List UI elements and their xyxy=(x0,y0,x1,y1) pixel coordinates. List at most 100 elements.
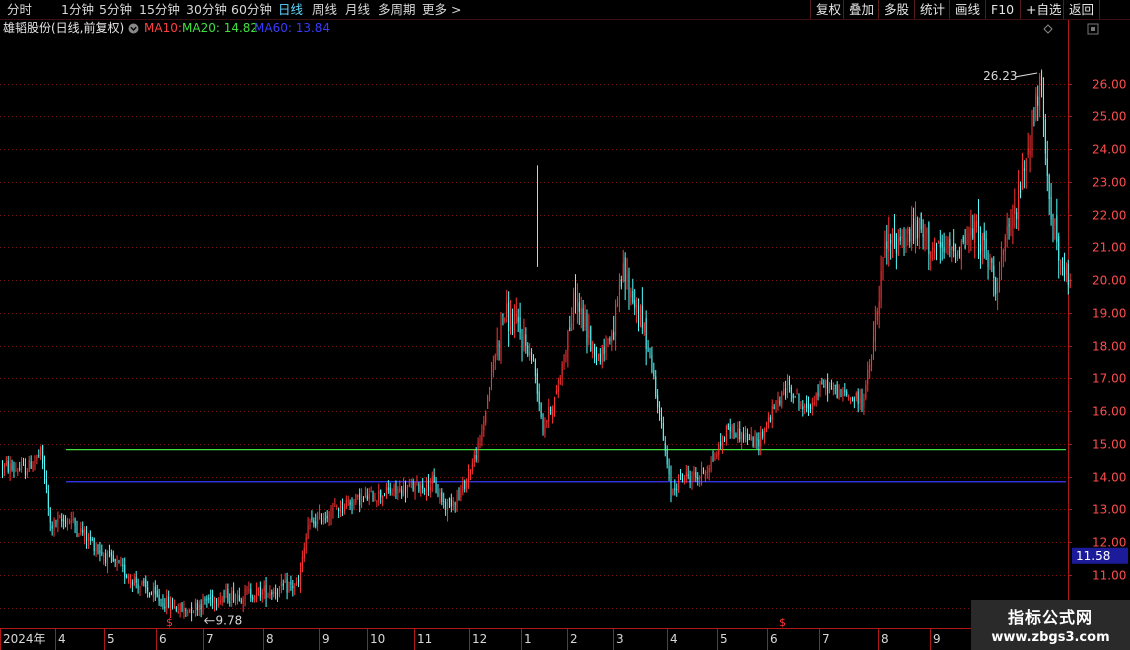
candle-body xyxy=(829,385,831,394)
candle-body xyxy=(641,305,643,328)
candle-body xyxy=(683,477,685,483)
candle-body xyxy=(345,500,347,508)
candle-body xyxy=(479,439,481,444)
candle-body xyxy=(170,599,172,611)
candle-body xyxy=(1037,96,1039,106)
candle-body xyxy=(124,564,126,577)
candle-body xyxy=(955,253,957,260)
candle-body xyxy=(609,338,611,341)
candle-body xyxy=(233,590,235,602)
candle-body xyxy=(246,589,248,592)
candle-body xyxy=(708,468,710,473)
candle-body xyxy=(842,389,844,396)
candle-body xyxy=(957,255,958,260)
candle-body xyxy=(584,317,586,327)
candle-body xyxy=(485,411,487,423)
candle-body xyxy=(827,379,829,394)
candle-body xyxy=(796,393,798,395)
candle-body xyxy=(107,552,109,565)
candle-body xyxy=(196,602,198,611)
candle-body xyxy=(997,282,999,293)
candle-body xyxy=(464,481,466,490)
high-price-annotation: 26.23 xyxy=(983,69,1017,83)
candle-body xyxy=(137,583,139,589)
kline-chart[interactable]: 26.00 25.00 24.00 23.00 22.00 21.00 20.00 19.00… xyxy=(0,0,1130,650)
candle-body xyxy=(611,333,613,343)
candle-body xyxy=(498,344,500,346)
candle-body xyxy=(418,483,420,492)
price-tick-label: 17.00 xyxy=(1092,372,1126,386)
event-marker-icon[interactable]: $ xyxy=(779,616,786,629)
candle-body xyxy=(781,392,783,407)
candle-body xyxy=(334,505,336,507)
candle-body xyxy=(288,584,290,591)
candle-body xyxy=(364,493,366,497)
candle-body xyxy=(353,499,355,506)
candle-body xyxy=(559,377,561,385)
candle-body xyxy=(767,418,769,423)
candle-body xyxy=(863,398,865,408)
candle-body xyxy=(689,476,691,483)
candle-body xyxy=(618,283,620,296)
candle-body xyxy=(490,370,492,387)
candle-body xyxy=(338,508,340,512)
candle-body xyxy=(361,496,363,508)
candle-body xyxy=(149,592,151,597)
candle-body xyxy=(804,405,806,409)
candle-body xyxy=(313,520,315,524)
candle-body xyxy=(743,433,745,440)
candle-body xyxy=(836,384,838,399)
candle-body xyxy=(447,500,449,513)
candle-body xyxy=(336,508,338,510)
candle-body xyxy=(301,557,303,572)
candle-body xyxy=(1048,175,1050,199)
candle-body xyxy=(357,494,359,498)
low-price-annotation: 9.78 xyxy=(216,614,243,628)
candle-body xyxy=(271,591,273,595)
candle-body xyxy=(502,313,504,316)
candle-body xyxy=(634,300,636,308)
time-tick-label: 1 xyxy=(524,632,532,646)
candle-body xyxy=(704,472,706,476)
candle-body xyxy=(303,548,305,559)
candle-body xyxy=(256,588,258,595)
candle-body xyxy=(286,578,288,593)
candle-body xyxy=(435,482,437,493)
candle-body xyxy=(542,413,544,432)
candle-body xyxy=(74,518,76,526)
candle-body xyxy=(731,425,733,433)
candle-body xyxy=(489,387,491,394)
candle-body xyxy=(466,478,468,488)
price-tick-label: 22.00 xyxy=(1092,209,1126,223)
candle-body xyxy=(727,424,729,430)
candle-body xyxy=(7,460,9,472)
candle-body xyxy=(129,579,131,581)
candle-body xyxy=(229,601,231,603)
candle-body xyxy=(550,406,552,415)
candle-body xyxy=(934,249,936,253)
candle-body xyxy=(787,381,789,398)
candle-body xyxy=(628,273,630,293)
candle-body xyxy=(964,245,966,248)
candle-body xyxy=(204,599,206,601)
candle-body xyxy=(87,535,89,542)
event-marker-icon[interactable]: $ xyxy=(166,616,173,629)
axis-settings-icon[interactable] xyxy=(1087,23,1099,35)
candle-body xyxy=(1016,212,1018,220)
candle-body xyxy=(284,581,286,583)
candle-body xyxy=(1042,94,1044,120)
candle-body xyxy=(322,519,324,522)
candle-body xyxy=(590,326,592,351)
candle-body xyxy=(362,496,364,498)
candle-body xyxy=(953,243,955,252)
candle-body xyxy=(783,389,785,395)
candle-body xyxy=(13,469,15,471)
candle-body xyxy=(878,301,880,316)
candle-body xyxy=(145,579,147,588)
candle-body xyxy=(794,396,796,398)
candle-body xyxy=(433,475,435,483)
diamond-marker-icon xyxy=(1043,24,1053,34)
candle-body xyxy=(617,298,619,307)
candle-body xyxy=(643,323,645,333)
candle-body xyxy=(120,563,122,565)
